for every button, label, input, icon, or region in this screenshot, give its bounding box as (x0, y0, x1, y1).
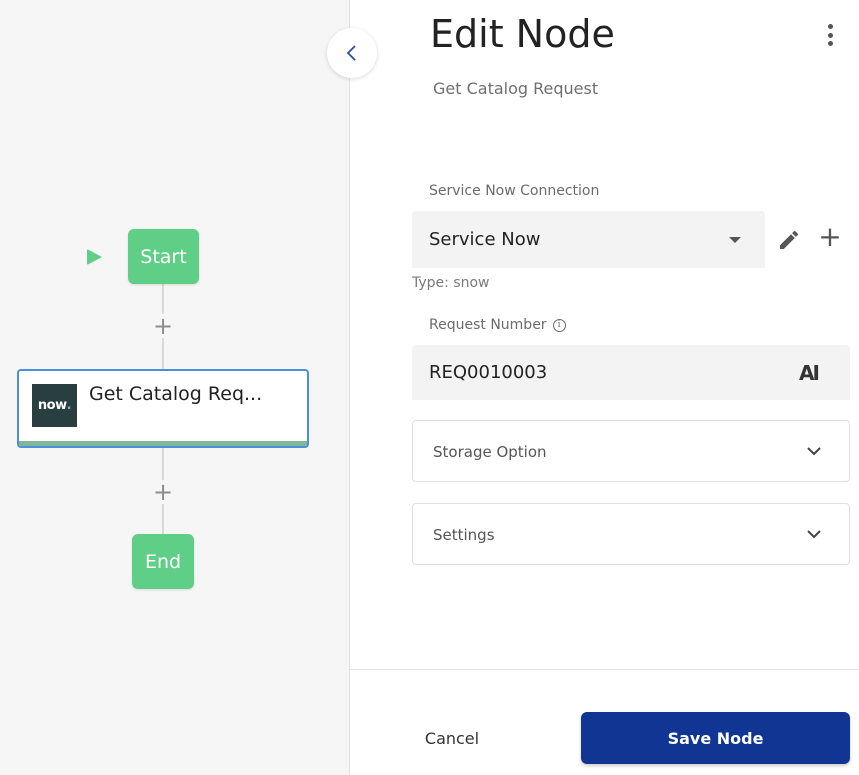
play-icon[interactable] (87, 249, 102, 265)
collapse-panel-button[interactable] (327, 28, 377, 78)
edit-node-panel: Edit Node Get Catalog Request Service No… (350, 0, 859, 775)
connection-value: Service Now (429, 229, 541, 250)
connection-label: Service Now Connection (429, 183, 600, 199)
page-title: Edit Node (430, 12, 615, 56)
request-number-label: Request Number (429, 317, 547, 333)
task-node-title: Get Catalog Req... (89, 383, 263, 405)
add-step-button[interactable]: + (151, 480, 175, 504)
settings-accordion[interactable]: Settings (412, 503, 850, 565)
chevron-left-icon (346, 45, 356, 61)
ai-assist-icon[interactable]: AI (799, 361, 820, 385)
cancel-button[interactable]: Cancel (412, 712, 492, 764)
request-number-input[interactable] (412, 345, 850, 400)
settings-label: Settings (433, 526, 495, 544)
storage-option-label: Storage Option (433, 443, 547, 461)
info-icon[interactable]: i (552, 318, 566, 332)
start-node[interactable]: Start (128, 229, 199, 284)
logo-text: now (37, 398, 67, 413)
task-node-status-bar (19, 441, 307, 446)
add-step-button[interactable]: + (151, 314, 175, 338)
dropdown-caret-icon (729, 237, 741, 243)
request-number-label-row: Request Number i (429, 317, 566, 333)
node-subtitle: Get Catalog Request (433, 79, 599, 98)
servicenow-logo: now. (32, 384, 77, 427)
chevron-down-icon (807, 447, 821, 456)
add-connection-icon[interactable]: + (818, 223, 842, 251)
flow-canvas: Start + now. Get Catalog Req... + End (0, 0, 350, 775)
task-node-get-catalog-request[interactable]: now. Get Catalog Req... (17, 369, 309, 448)
connection-select[interactable]: Service Now (412, 211, 765, 268)
logo-dot: . (66, 398, 72, 413)
chevron-down-icon (807, 530, 821, 539)
connection-type-hint: Type: snow (412, 275, 490, 291)
pencil-icon[interactable] (777, 228, 801, 252)
end-node[interactable]: End (132, 534, 194, 589)
storage-option-accordion[interactable]: Storage Option (412, 420, 850, 482)
kebab-menu-icon[interactable] (822, 22, 838, 48)
footer-divider (350, 669, 859, 670)
save-node-button[interactable]: Save Node (581, 712, 850, 764)
